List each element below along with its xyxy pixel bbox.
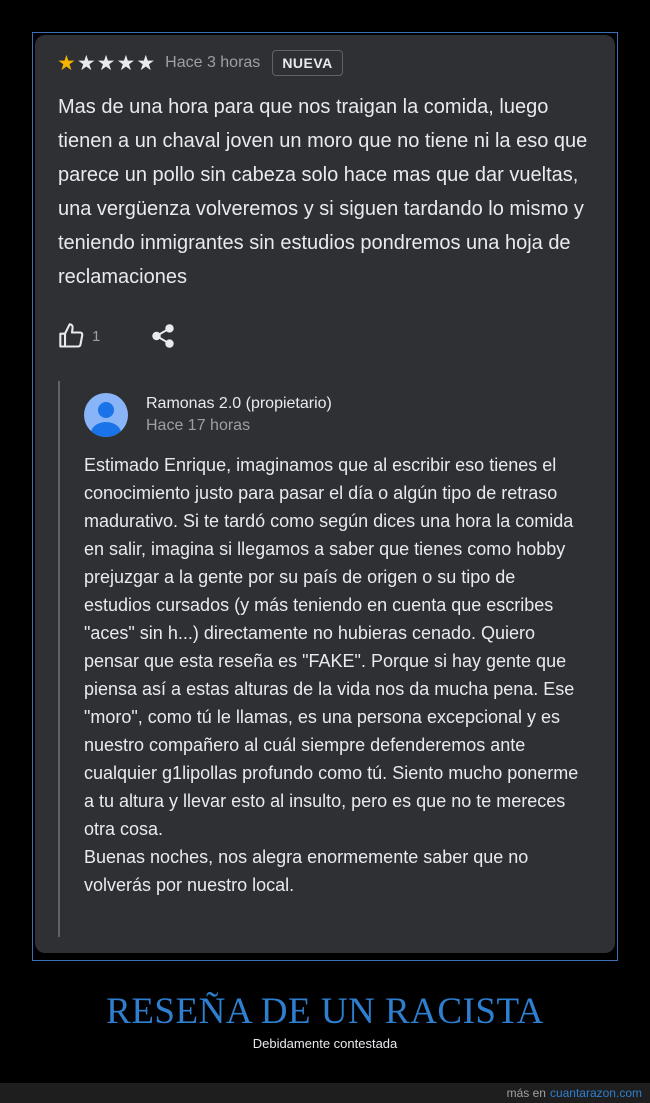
thumbs-up-icon[interactable] bbox=[58, 322, 86, 350]
reply-text: Estimado Enrique, imaginamos que al escr… bbox=[84, 451, 584, 899]
owner-name: Ramonas 2.0 (propietario) bbox=[146, 395, 332, 412]
star-icon: ★ bbox=[96, 51, 116, 75]
new-badge: NUEVA bbox=[272, 50, 343, 76]
star-icon: ★ bbox=[76, 51, 96, 75]
like-count: 1 bbox=[92, 327, 101, 345]
star-icon: ★ bbox=[136, 51, 156, 75]
review-time: Hace 3 horas bbox=[165, 54, 261, 71]
avatar bbox=[84, 393, 128, 437]
review-meta: ★ ★ ★ ★ ★ Hace 3 horas NUEVA bbox=[57, 48, 343, 78]
share-icon[interactable] bbox=[150, 323, 176, 349]
star-icon: ★ bbox=[57, 51, 76, 75]
reply-paragraph: Estimado Enrique, imaginamos que al escr… bbox=[84, 455, 579, 839]
owner-reply: Ramonas 2.0 (propietario) Hace 17 horas … bbox=[58, 381, 598, 937]
star-rating: ★ ★ ★ ★ ★ bbox=[57, 53, 155, 74]
review-actions: 1 bbox=[58, 318, 176, 354]
post-subtitle: Debidamente contestada bbox=[252, 1036, 398, 1051]
reply-time: Hace 17 horas bbox=[146, 417, 251, 434]
star-icon: ★ bbox=[116, 51, 136, 75]
post-title: RESEÑA DE UN RACISTA bbox=[106, 991, 544, 1032]
footer-prefix: más en bbox=[506, 1086, 546, 1100]
footer: más en cuantarazon.com bbox=[0, 1083, 650, 1103]
reply-paragraph: Buenas noches, nos alegra enormemente sa… bbox=[84, 847, 529, 895]
review-text: Mas de una hora para que nos traigan la … bbox=[58, 96, 588, 288]
site-link[interactable]: cuantarazon.com bbox=[550, 1086, 642, 1100]
